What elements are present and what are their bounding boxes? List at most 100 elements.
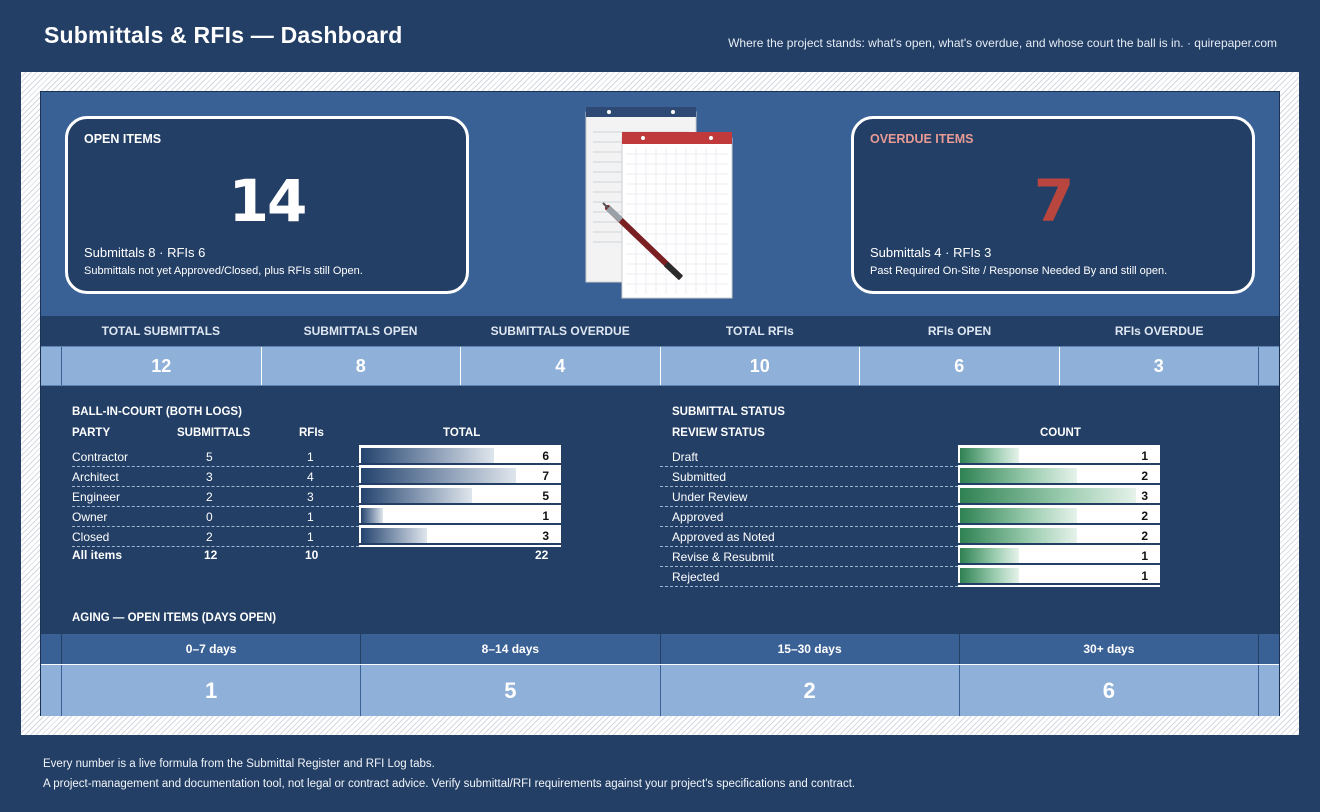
total-value: 7 bbox=[542, 469, 549, 483]
table-row: Closed 2 1 bbox=[72, 527, 359, 547]
table-row: Approved bbox=[660, 507, 958, 527]
stat-value-rfis-open: 6 bbox=[860, 347, 1060, 385]
table-row: Rejected bbox=[660, 567, 958, 587]
total-value: 1 bbox=[542, 509, 549, 523]
table-row: Contractor 5 1 bbox=[72, 447, 359, 467]
cell-party: Engineer bbox=[72, 490, 121, 504]
cell-status: Approved as Noted bbox=[672, 530, 775, 544]
overdue-items-breakdown: Submittals 4 · RFIs 3 bbox=[870, 245, 992, 260]
cell-submittals: 2 bbox=[206, 530, 213, 544]
table-row: Architect 3 4 bbox=[72, 467, 359, 487]
bar-row: 2 bbox=[958, 465, 1160, 485]
overdue-items-value: 7 bbox=[1033, 167, 1074, 235]
totals-rfis: 10 bbox=[305, 548, 319, 562]
cell-submittals: 5 bbox=[206, 450, 213, 464]
dashboard-panel: OPEN ITEMS 14 Submittals 8 · RFIs 6 Subm… bbox=[40, 91, 1280, 716]
aging-label-30-plus: 30+ days bbox=[1083, 642, 1135, 656]
page-tagline: Where the project stands: what's open, w… bbox=[728, 36, 1277, 50]
count-value: 2 bbox=[1141, 469, 1148, 483]
cell-rfis: 4 bbox=[307, 470, 314, 484]
count-bar bbox=[960, 448, 1019, 463]
bar-row: 1 bbox=[958, 545, 1160, 565]
count-bar bbox=[960, 468, 1077, 483]
cell-status: Revise & Resubmit bbox=[672, 550, 775, 564]
footer-note-2: A project-management and documentation t… bbox=[43, 778, 856, 790]
total-bar bbox=[361, 488, 472, 503]
aging-value-8-14: 5 bbox=[361, 665, 661, 716]
ball-in-court-bars: 6 7 5 1 3 bbox=[359, 445, 561, 547]
ball-in-court-table: PARTY SUBMITTALS RFIs TOTAL Contractor 5 1… bbox=[72, 427, 562, 567]
count-value: 2 bbox=[1141, 509, 1148, 523]
table-row: Engineer 2 3 bbox=[72, 487, 359, 507]
cell-party: Owner bbox=[72, 510, 108, 524]
totals-total: 22 bbox=[535, 548, 549, 562]
count-bar bbox=[960, 508, 1077, 523]
stat-label-rfis-overdue: RFIs OVERDUE bbox=[1114, 324, 1204, 338]
stat-label-submittals-open: SUBMITTALS OPEN bbox=[303, 324, 418, 338]
totals-label: All items bbox=[72, 548, 123, 562]
header-count: COUNT bbox=[1040, 427, 1081, 439]
cell-submittals: 2 bbox=[206, 490, 213, 504]
count-value: 3 bbox=[1141, 489, 1148, 503]
cell-party: Closed bbox=[72, 530, 110, 544]
count-bar bbox=[960, 488, 1136, 503]
total-bar bbox=[361, 508, 383, 523]
count-value: 1 bbox=[1141, 449, 1148, 463]
notepads-with-pen-icon bbox=[585, 107, 733, 299]
ball-in-court-title: BALL-IN-COURT (BOTH LOGS) bbox=[72, 406, 242, 418]
total-value: 3 bbox=[542, 529, 549, 543]
page-title: Submittals & RFIs — Dashboard bbox=[44, 22, 403, 48]
count-bar bbox=[960, 548, 1019, 563]
stat-label-total-rfis: TOTAL RFIs bbox=[725, 324, 794, 338]
stat-label-rfis-open: RFIs OPEN bbox=[927, 324, 992, 338]
open-items-label: OPEN ITEMS bbox=[84, 132, 162, 146]
submittal-status-bars: 1 2 3 2 2 1 1 bbox=[958, 445, 1160, 587]
total-bar bbox=[361, 448, 494, 463]
bar-row: 3 bbox=[359, 525, 561, 545]
cell-status: Approved bbox=[672, 510, 724, 524]
bar-row: 7 bbox=[359, 465, 561, 485]
open-items-card: OPEN ITEMS 14 Submittals 8 · RFIs 6 Subm… bbox=[65, 116, 469, 294]
total-bar bbox=[361, 528, 427, 543]
cell-rfis: 3 bbox=[307, 490, 314, 504]
total-value: 5 bbox=[542, 489, 549, 503]
overdue-items-label: OVERDUE ITEMS bbox=[870, 132, 974, 146]
open-items-breakdown: Submittals 8 · RFIs 6 bbox=[84, 245, 206, 260]
aging-value-0-7: 1 bbox=[62, 665, 362, 716]
count-value: 1 bbox=[1141, 549, 1148, 563]
header-review-status: REVIEW STATUS bbox=[672, 427, 765, 439]
cell-rfis: 1 bbox=[307, 450, 314, 464]
aging-title: AGING — OPEN ITEMS (DAYS OPEN) bbox=[72, 612, 277, 624]
stat-value-submittals-overdue: 4 bbox=[461, 347, 661, 385]
count-bar bbox=[960, 568, 1019, 583]
dashboard-frame: OPEN ITEMS 14 Submittals 8 · RFIs 6 Subm… bbox=[21, 72, 1299, 735]
cell-rfis: 1 bbox=[307, 510, 314, 524]
submittal-status-table: REVIEW STATUS COUNT Draft Submitted Under … bbox=[660, 427, 1160, 587]
cell-rfis: 1 bbox=[307, 530, 314, 544]
total-value: 6 bbox=[542, 449, 549, 463]
aging-label-15-30: 15–30 days bbox=[661, 634, 960, 664]
stat-label-submittals-overdue: SUBMITTALS OVERDUE bbox=[490, 324, 630, 338]
cell-status: Rejected bbox=[672, 570, 720, 584]
stat-value-rfis-overdue: 3 bbox=[1153, 356, 1164, 376]
open-items-note: Submittals not yet Approved/Closed, plus… bbox=[84, 265, 363, 277]
bar-row: 1 bbox=[958, 445, 1160, 465]
overdue-items-note: Past Required On-Site / Response Needed … bbox=[870, 265, 1168, 277]
cell-party: Contractor bbox=[72, 450, 129, 464]
total-bar bbox=[361, 468, 516, 483]
bar-row: 2 bbox=[958, 505, 1160, 525]
table-row: Revise & Resubmit bbox=[660, 547, 958, 567]
cell-status: Draft bbox=[672, 450, 699, 464]
header-rfis: RFIs bbox=[299, 427, 324, 439]
cell-status: Submitted bbox=[672, 470, 727, 484]
open-items-value: 14 bbox=[228, 167, 308, 235]
cell-submittals: 3 bbox=[206, 470, 213, 484]
cell-status: Under Review bbox=[672, 490, 748, 504]
stat-value-submittals-open: 8 bbox=[262, 347, 461, 385]
bar-row: 2 bbox=[958, 525, 1160, 545]
aging-values-band: 1 5 2 6 bbox=[41, 664, 1279, 716]
hero-band: OPEN ITEMS 14 Submittals 8 · RFIs 6 Subm… bbox=[41, 92, 1279, 316]
count-value: 2 bbox=[1141, 529, 1148, 543]
footer-note-1: Every number is a live formula from the … bbox=[43, 758, 435, 770]
bar-row: 1 bbox=[958, 565, 1160, 585]
